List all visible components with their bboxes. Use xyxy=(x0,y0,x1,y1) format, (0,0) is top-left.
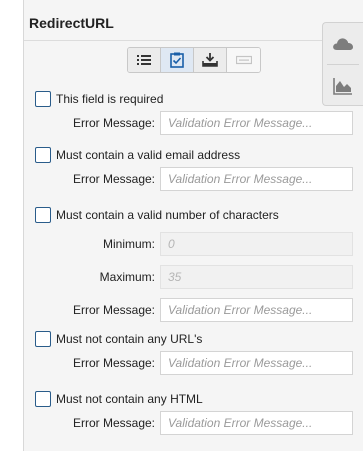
maximum-input[interactable] xyxy=(160,265,353,289)
no-html-checkbox[interactable] xyxy=(35,391,51,407)
email-error-message-input[interactable] xyxy=(160,167,353,191)
no-urls-error-row: Error Message: xyxy=(24,351,363,375)
char-count-error-message-input[interactable] xyxy=(160,298,353,322)
required-error-label: Error Message: xyxy=(72,116,155,130)
maximum-row: Maximum: xyxy=(24,265,363,289)
field-view-button[interactable] xyxy=(227,48,260,72)
no-urls-label: Must not contain any URL's xyxy=(56,332,203,346)
char-count-rule-row: Must contain a valid number of character… xyxy=(24,207,363,227)
download-view-button[interactable] xyxy=(194,48,227,72)
email-error-row: Error Message: xyxy=(24,167,363,191)
cloud-icon xyxy=(333,38,353,50)
email-label: Must contain a valid email address xyxy=(56,148,241,162)
no-html-error-row: Error Message: xyxy=(24,411,363,435)
clipboard-check-icon xyxy=(170,52,184,68)
no-urls-checkbox[interactable] xyxy=(35,331,51,347)
minimum-row: Minimum: xyxy=(24,232,363,256)
maximum-label: Maximum: xyxy=(99,270,155,284)
required-label: This field is required xyxy=(56,92,164,106)
required-checkbox[interactable] xyxy=(35,91,51,107)
no-html-label: Must not contain any HTML xyxy=(56,392,203,406)
area-chart-icon xyxy=(333,78,352,95)
no-urls-error-message-input[interactable] xyxy=(160,351,353,375)
required-error-message-input[interactable] xyxy=(160,111,353,135)
minimum-label: Minimum: xyxy=(102,237,155,251)
required-error-row: Error Message: xyxy=(24,111,363,135)
no-urls-error-label: Error Message: xyxy=(72,356,155,370)
no-html-error-message-input[interactable] xyxy=(160,411,353,435)
field-input-icon xyxy=(235,55,252,65)
panel-header: RedirectURL xyxy=(24,0,363,41)
char-count-label: Must contain a valid number of character… xyxy=(56,208,279,222)
view-toolbar xyxy=(127,47,261,73)
list-icon xyxy=(137,55,151,65)
required-rule-row: This field is required xyxy=(24,91,363,111)
email-checkbox[interactable] xyxy=(35,147,51,163)
minimum-input[interactable] xyxy=(160,232,353,256)
left-edge-strip xyxy=(0,0,24,451)
char-count-checkbox[interactable] xyxy=(35,207,51,223)
validation-view-button[interactable] xyxy=(161,48,194,72)
list-view-button[interactable] xyxy=(128,48,161,72)
rail-divider xyxy=(327,64,359,65)
validation-panel: RedirectURL This field is required Error… xyxy=(24,0,363,451)
side-rail xyxy=(322,22,363,106)
cloud-button[interactable] xyxy=(323,24,363,64)
panel-title: RedirectURL xyxy=(29,15,114,31)
chart-button[interactable] xyxy=(323,66,363,106)
email-error-label: Error Message: xyxy=(72,172,155,186)
download-tray-icon xyxy=(202,53,218,67)
no-urls-rule-row: Must not contain any URL's xyxy=(24,331,363,351)
char-count-error-label: Error Message: xyxy=(72,303,155,317)
char-count-error-row: Error Message: xyxy=(24,298,363,322)
no-html-rule-row: Must not contain any HTML xyxy=(24,391,363,411)
email-rule-row: Must contain a valid email address xyxy=(24,147,363,167)
no-html-error-label: Error Message: xyxy=(72,416,155,430)
